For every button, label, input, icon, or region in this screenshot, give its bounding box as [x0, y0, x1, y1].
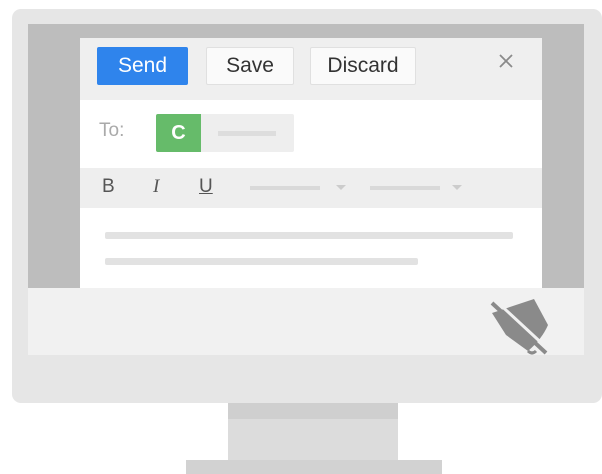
message-body[interactable]	[80, 208, 542, 288]
dropdown-value-placeholder	[250, 186, 320, 190]
compose-toolbar: Send Save Discard	[80, 38, 542, 100]
send-button[interactable]: Send	[97, 47, 188, 85]
recipient-name-placeholder	[218, 131, 276, 136]
font-size-dropdown[interactable]	[370, 168, 470, 208]
to-label: To:	[99, 120, 125, 141]
close-icon-glyph	[499, 54, 513, 68]
chevron-down-icon	[452, 185, 462, 190]
monitor-stand-base	[186, 460, 442, 474]
dropdown-value-placeholder	[370, 186, 440, 190]
bold-button[interactable]: B	[102, 176, 115, 198]
body-text-line	[105, 232, 513, 239]
underline-button[interactable]: U	[199, 176, 213, 198]
notifications-off-icon	[484, 295, 556, 359]
discard-button[interactable]: Discard	[310, 47, 416, 85]
font-family-dropdown[interactable]	[250, 168, 360, 208]
italic-button[interactable]: I	[153, 176, 159, 198]
recipient-chip[interactable]: C	[156, 114, 294, 152]
compose-window: Send Save Discard To: C B I U	[80, 38, 542, 288]
chevron-down-icon	[336, 185, 346, 190]
monitor-stand-shadow	[228, 403, 398, 419]
formatting-toolbar: B I U	[80, 168, 542, 208]
save-button[interactable]: Save	[206, 47, 294, 85]
body-text-line	[105, 258, 418, 265]
close-icon[interactable]	[493, 48, 519, 74]
recipient-avatar: C	[156, 114, 201, 152]
